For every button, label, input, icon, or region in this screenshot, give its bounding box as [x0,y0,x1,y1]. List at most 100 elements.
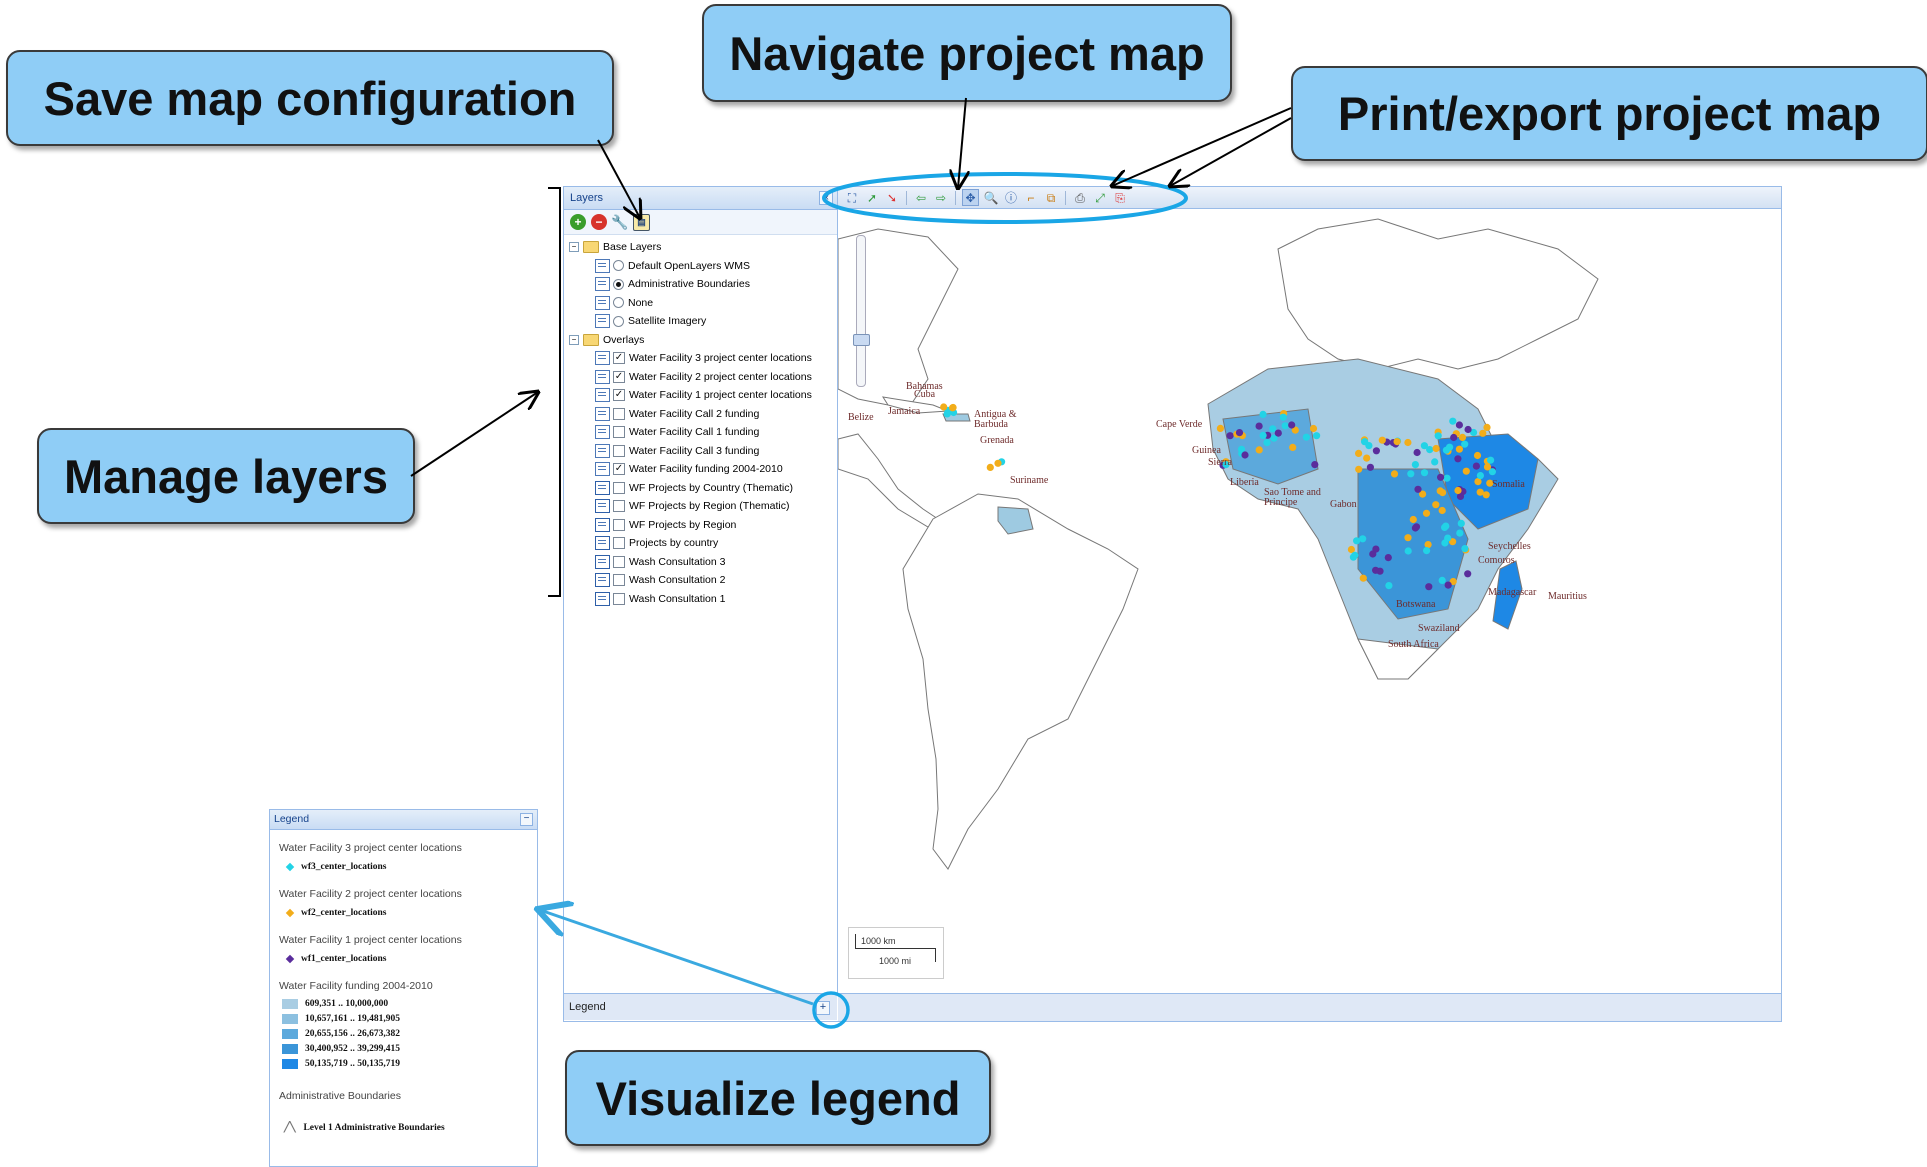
project-point[interactable] [1255,446,1263,454]
overlay-layer-item[interactable]: WF Projects by Region (Thematic) [564,497,837,516]
overlay-checkbox[interactable] [613,555,625,568]
project-point[interactable] [1432,444,1440,453]
project-point[interactable] [1274,429,1282,437]
project-point[interactable] [1434,432,1442,440]
wrench-icon[interactable]: 🔧 [611,214,628,230]
project-point[interactable] [1413,448,1421,457]
project-point[interactable] [1393,438,1401,446]
collapse-icon[interactable]: − [569,334,579,345]
project-point[interactable] [1281,422,1289,430]
overlay-checkbox[interactable] [613,481,625,494]
project-point[interactable] [1355,465,1363,473]
base-layer-item[interactable]: None [564,294,837,313]
project-point[interactable] [1390,470,1399,478]
project-point[interactable] [1442,522,1450,530]
overlay-checkbox[interactable] [613,444,625,457]
layer-legend-icon[interactable] [595,388,610,403]
project-point[interactable] [1302,433,1310,441]
project-point[interactable] [1313,432,1321,440]
project-point[interactable] [1438,506,1446,515]
layer-legend-icon[interactable] [595,258,610,273]
layer-legend-icon[interactable] [595,462,610,477]
project-point[interactable] [1455,445,1463,453]
overlay-layer-item[interactable]: Projects by country [564,534,837,553]
overlay-checkbox[interactable]: ✓ [613,463,625,476]
project-point[interactable] [1446,443,1454,451]
project-point[interactable] [1444,581,1452,589]
overlay-layer-item[interactable]: Water Facility Call 1 funding [564,423,837,442]
layer-legend-icon[interactable] [595,425,610,440]
print-icon[interactable]: ⎙ [1072,190,1088,206]
overlay-layer-item[interactable]: ✓ Water Facility 1 project center locatio… [564,386,837,405]
overlay-layer-item[interactable]: WF Projects by Country (Thematic) [564,479,837,498]
legend-expand-button[interactable]: + [816,1001,830,1015]
project-point[interactable] [1420,469,1429,477]
base-layer-item[interactable]: Satellite Imagery [564,312,837,331]
project-point[interactable] [1404,438,1412,447]
legend-bar[interactable]: Legend + [564,993,837,1020]
project-point[interactable] [1404,547,1412,555]
project-point[interactable] [1378,436,1386,444]
layer-legend-icon[interactable] [595,406,610,421]
project-point[interactable] [1309,424,1318,433]
project-point[interactable] [1464,570,1472,578]
project-point[interactable] [1462,467,1470,475]
zoom-out-arrow-icon[interactable]: ➘ [884,190,900,206]
tree-node-overlays[interactable]: − Overlays [564,331,837,350]
project-point[interactable] [1241,451,1249,459]
project-point[interactable] [949,403,957,412]
base-layer-item[interactable]: Administrative Boundaries [564,275,837,294]
layer-legend-icon[interactable] [595,536,610,551]
back-icon[interactable]: ⇦ [913,190,929,206]
project-point[interactable] [1472,462,1480,470]
base-layer-item[interactable]: Default OpenLayers WMS [564,257,837,276]
project-point[interactable] [1425,583,1433,591]
project-point[interactable] [1363,454,1371,462]
project-point[interactable] [1449,417,1457,425]
project-point[interactable] [1409,515,1417,524]
project-point[interactable] [1482,491,1490,499]
project-point[interactable] [1359,535,1367,543]
project-point[interactable] [994,459,1002,467]
overlay-checkbox[interactable] [613,407,625,420]
project-point[interactable] [1422,509,1431,517]
project-point[interactable] [1461,545,1469,553]
add-layer-icon[interactable]: + [570,214,586,230]
project-point[interactable] [1487,456,1495,464]
project-point[interactable] [1216,424,1224,432]
forward-icon[interactable]: ⇨ [933,190,949,206]
overlay-checkbox[interactable]: ✓ [613,389,625,402]
project-point[interactable] [1235,429,1244,437]
save-config-icon[interactable]: ▤ [633,213,650,231]
project-point[interactable] [1432,501,1440,509]
project-point[interactable] [1404,534,1412,542]
project-point[interactable] [1483,423,1491,431]
layer-legend-icon[interactable] [595,591,610,606]
overlay-checkbox[interactable] [613,426,625,439]
export-image-icon[interactable]: ⤢ [1092,190,1108,206]
project-point[interactable] [1424,541,1432,549]
project-point[interactable] [1476,472,1484,480]
zoom-slider-handle[interactable] [853,334,870,346]
project-point[interactable] [1279,413,1287,421]
project-point[interactable] [1423,547,1431,555]
project-point[interactable] [1431,458,1439,466]
zoom-in-arrow-icon[interactable]: ➚ [864,190,880,206]
base-layer-radio[interactable] [613,278,624,290]
overlay-layer-item[interactable]: WF Projects by Region [564,516,837,535]
measure-area-icon[interactable]: ⧉ [1043,190,1059,206]
measure-length-icon[interactable]: ⌐ [1023,190,1039,206]
map-canvas[interactable] [838,209,1781,993]
overlay-checkbox[interactable] [613,574,625,587]
legend-collapse-button[interactable]: − [520,813,533,826]
layer-legend-icon[interactable] [595,517,610,532]
project-point[interactable] [1289,443,1297,451]
project-point[interactable] [1473,451,1482,460]
project-point[interactable] [1353,537,1361,545]
project-point[interactable] [1479,429,1487,437]
project-point[interactable] [1226,432,1234,440]
export-pdf-icon[interactable]: ⎘ [1112,190,1128,206]
project-point[interactable] [1385,582,1393,590]
overlay-layer-item[interactable]: Water Facility Call 2 funding [564,405,837,424]
layer-legend-icon[interactable] [595,351,610,366]
